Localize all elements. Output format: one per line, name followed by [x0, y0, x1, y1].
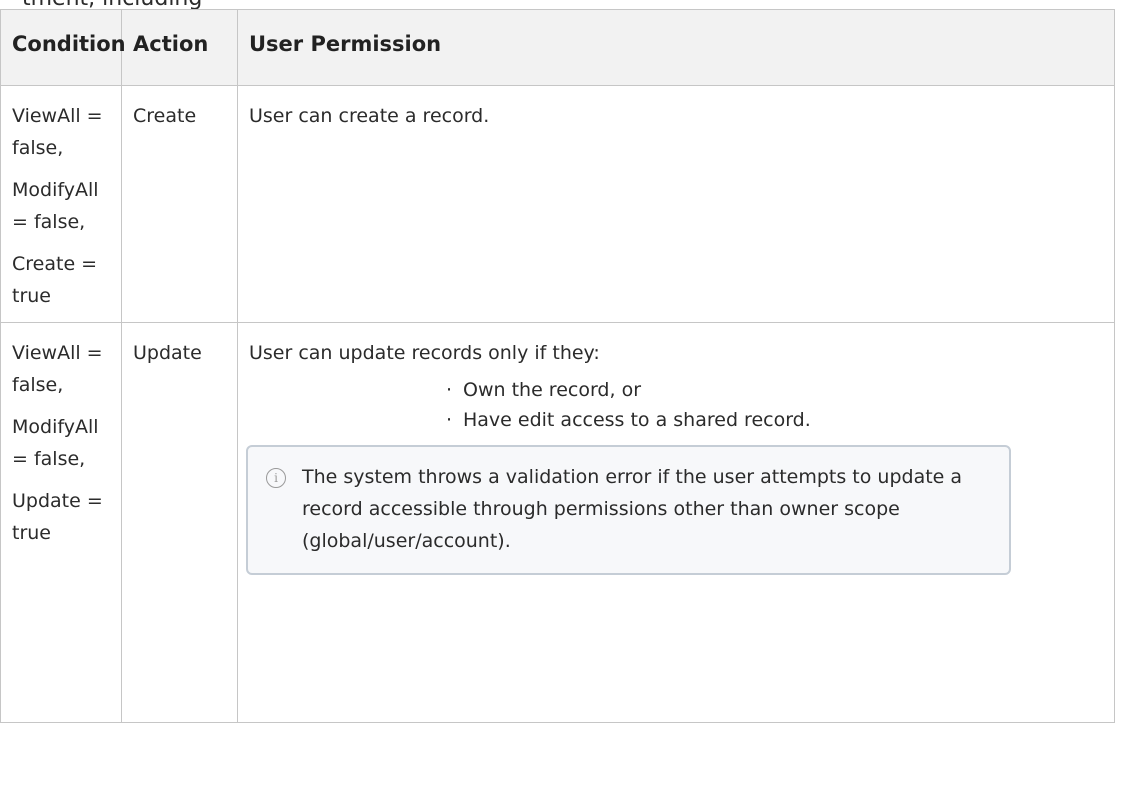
- action-cell: Update: [121, 322, 238, 723]
- table-row: ViewAll = false, ModifyAll = false, Upda…: [0, 322, 1115, 723]
- header-action: Action: [121, 9, 238, 86]
- list-item: · Own the record, or: [446, 375, 1104, 405]
- condition-line: ModifyAll = false,: [12, 416, 99, 470]
- permission-text: User can update records only if they:: [249, 342, 600, 364]
- action-cell: Create: [121, 85, 238, 323]
- list-item-text: Have edit access to a shared record.: [463, 409, 811, 431]
- permission-cell: User can create a record.: [237, 85, 1115, 323]
- condition-cell: ViewAll = false, ModifyAll = false, Crea…: [0, 85, 122, 323]
- condition-line: ViewAll = false,: [12, 105, 103, 159]
- permission-cell: User can update records only if they: · O…: [237, 322, 1115, 723]
- list-item-text: Own the record, or: [463, 379, 642, 401]
- info-icon: i: [266, 468, 286, 488]
- bullet-list: · Own the record, or · Have edit access to…: [249, 375, 1104, 435]
- condition-line: Create = true: [12, 253, 98, 307]
- condition-cell: ViewAll = false, ModifyAll = false, Upda…: [0, 322, 122, 723]
- table-row: ViewAll = false, ModifyAll = false, Crea…: [0, 85, 1115, 323]
- condition-line: Update = true: [12, 490, 103, 544]
- permissions-table: Condition Action User Permission ViewAll…: [0, 9, 1115, 723]
- info-note: i The system throws a validation error i…: [246, 445, 1011, 575]
- condition-line: ViewAll = false,: [12, 342, 103, 396]
- table-header-row: Condition Action User Permission: [0, 9, 1115, 86]
- header-condition: Condition: [0, 9, 126, 86]
- header-user-permission: User Permission: [237, 9, 1115, 86]
- condition-line: ModifyAll = false,: [12, 179, 99, 233]
- list-item: · Have edit access to a shared record.: [446, 405, 1104, 435]
- permission-text: User can create a record.: [249, 105, 490, 127]
- bullet-dot: ·: [446, 409, 453, 431]
- bullet-dot: ·: [446, 379, 453, 401]
- note-text: The system throws a validation error if …: [302, 466, 963, 552]
